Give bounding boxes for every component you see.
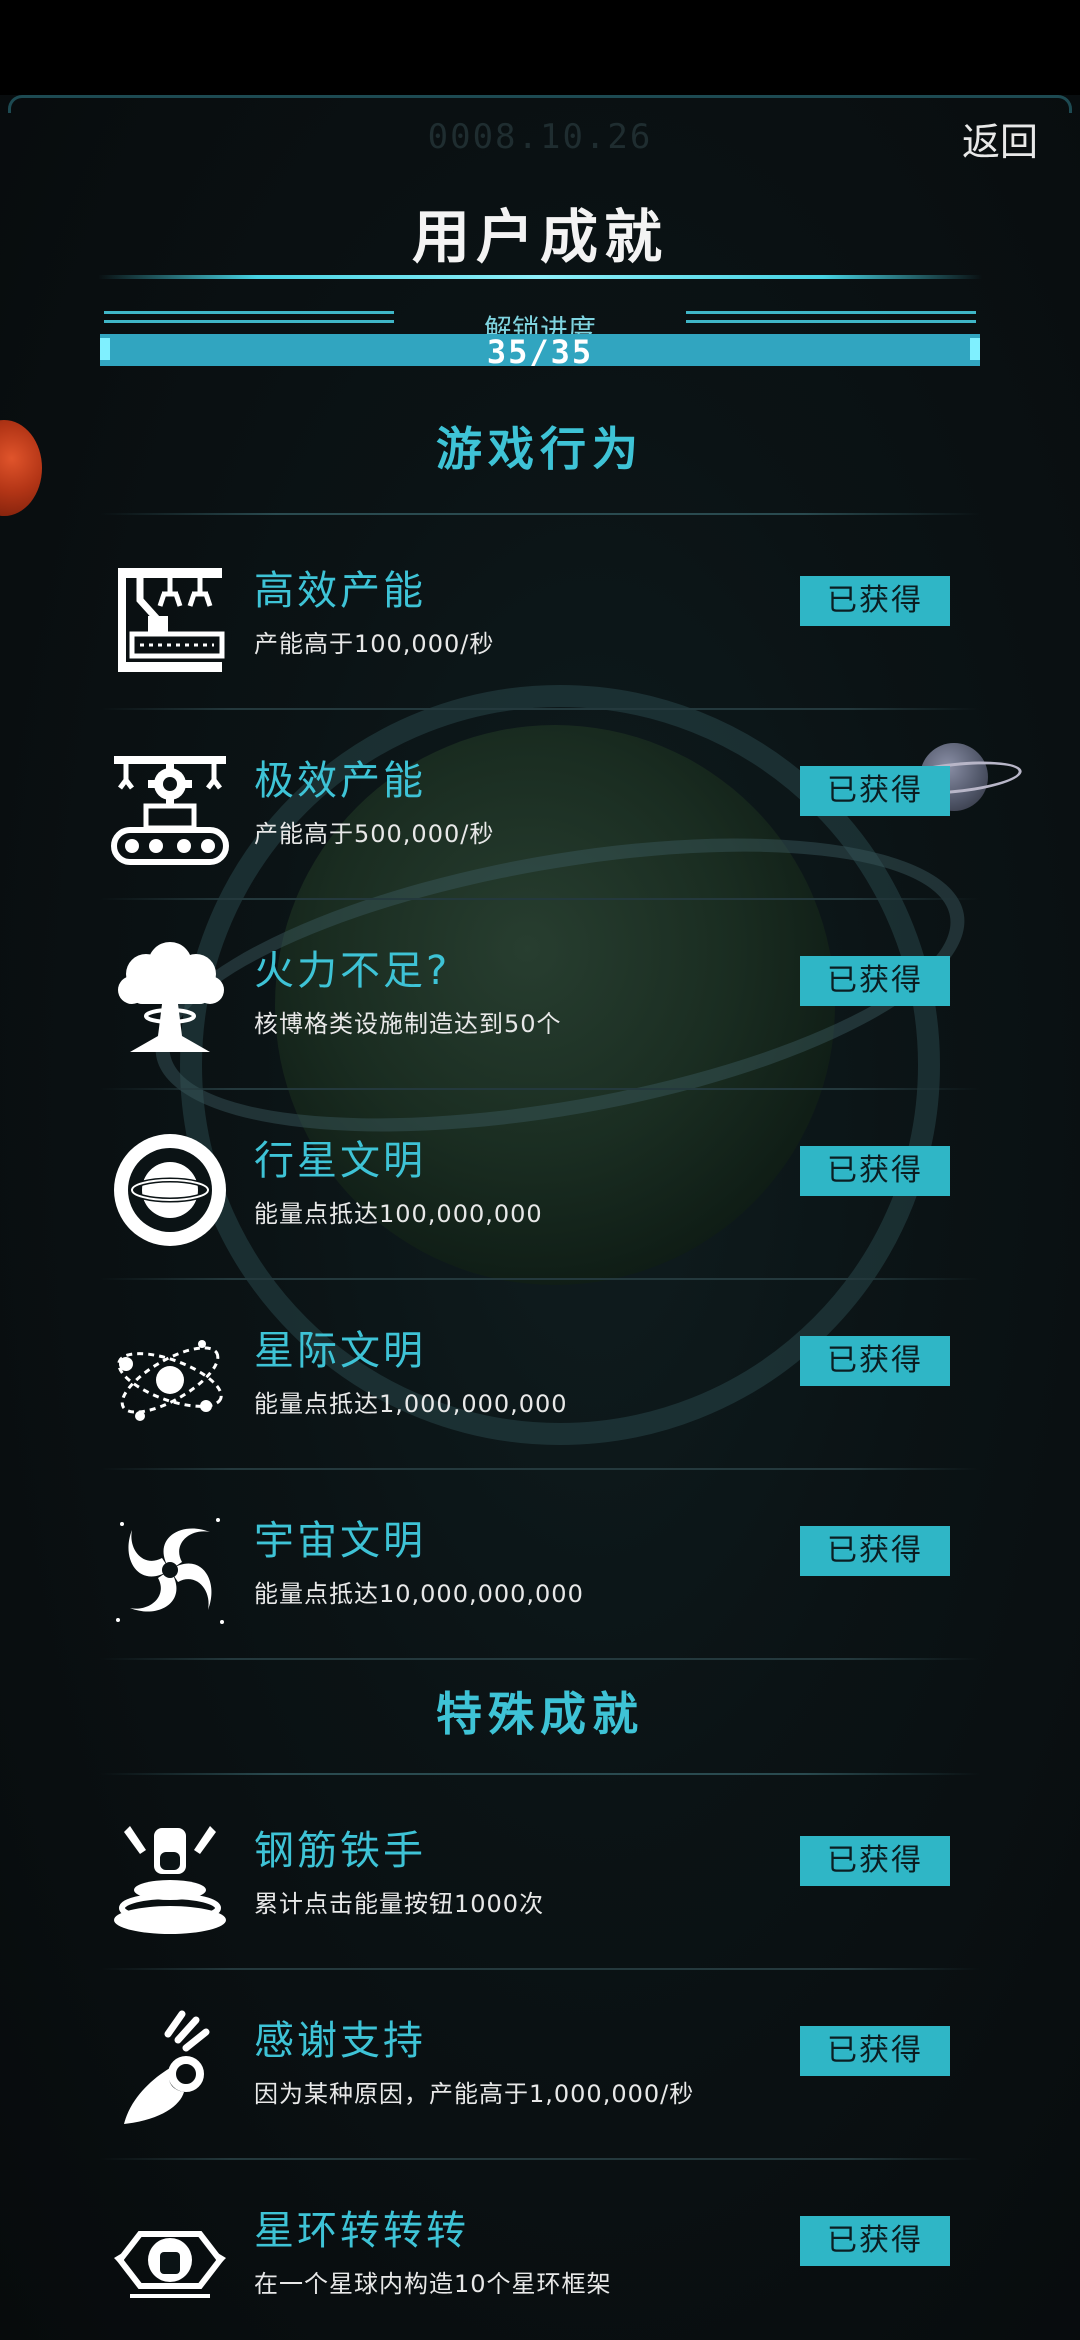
section-divider	[100, 513, 980, 515]
achievements-panel: 0008.10.26 返回 用户成就 解锁进度 35/35 游戏行为 高效产能 …	[0, 95, 1080, 2340]
achievement-item: 感谢支持 因为某种原因，产能高于1,000,000/秒 已获得	[100, 1970, 980, 2160]
achievement-status-badge[interactable]: 已获得	[800, 2026, 950, 2076]
mushroom-cloud-icon	[110, 940, 230, 1060]
status-bar	[0, 0, 1080, 95]
achievement-desc: 在一个星球内构造10个星环框架	[254, 2270, 612, 2298]
achievement-desc: 能量点抵达100,000,000	[254, 1200, 543, 1228]
achievement-item: 星际文明 能量点抵达1,000,000,000 已获得	[100, 1280, 980, 1470]
achievement-name: 星环转转转	[254, 2208, 469, 2254]
gear-conveyor-robot-icon	[110, 750, 230, 870]
achievement-name: 火力不足?	[254, 948, 451, 994]
planet-ring-icon	[110, 1130, 230, 1250]
achievement-status-badge[interactable]: 已获得	[800, 576, 950, 626]
achievement-status-badge[interactable]: 已获得	[800, 956, 950, 1006]
progress-count: 35/35	[486, 333, 594, 371]
achievement-desc: 累计点击能量按钮1000次	[254, 1890, 545, 1918]
achievement-status-badge[interactable]: 已获得	[800, 1526, 950, 1576]
page-title: 用户成就	[411, 203, 668, 271]
title-divider	[98, 275, 982, 279]
unlock-progress: 解锁进度 35/35	[100, 308, 980, 388]
achievement-desc: 能量点抵达1,000,000,000	[254, 1390, 568, 1418]
achievement-desc: 因为某种原因，产能高于1,000,000/秒	[254, 2080, 695, 2108]
achievement-name: 感谢支持	[254, 2018, 426, 2064]
ok-hand-icon	[110, 2010, 230, 2130]
achievement-item: 火力不足? 核博格类设施制造达到50个 已获得	[100, 900, 980, 1090]
orbits-icon	[110, 1320, 230, 1440]
section-title-gameplay: 游戏行为	[436, 422, 644, 476]
achievement-item: 钢筋铁手 累计点击能量按钮1000次 已获得	[100, 1780, 980, 1970]
achievement-item: 极效产能 产能高于500,000/秒 已获得	[100, 710, 980, 900]
section-divider	[100, 1773, 980, 1775]
achievement-name: 极效产能	[254, 758, 426, 804]
achievement-desc: 能量点抵达10,000,000,000	[254, 1580, 584, 1608]
factory-robot-arm-icon	[110, 560, 230, 680]
row-divider	[100, 1658, 980, 1660]
achievement-name: 星际文明	[254, 1328, 426, 1374]
panel-frame	[8, 95, 1072, 113]
achievement-desc: 产能高于500,000/秒	[254, 820, 495, 848]
ring-frame-icon	[110, 2200, 230, 2320]
achievement-item: 星环转转转 在一个星球内构造10个星环框架 已获得	[100, 2160, 980, 2340]
achievement-desc: 产能高于100,000/秒	[254, 630, 495, 658]
achievement-item: 行星文明 能量点抵达100,000,000 已获得	[100, 1090, 980, 1280]
achievement-status-badge[interactable]: 已获得	[800, 2216, 950, 2266]
press-button-icon	[110, 1820, 230, 1940]
achievement-name: 高效产能	[254, 568, 426, 614]
game-date: 0008.10.26	[427, 117, 653, 157]
achievement-item: 高效产能 产能高于100,000/秒 已获得	[100, 520, 980, 710]
achievement-item: 宇宙文明 能量点抵达10,000,000,000 已获得	[100, 1470, 980, 1660]
galaxy-swirl-icon	[110, 1510, 230, 1630]
achievement-desc: 核博格类设施制造达到50个	[254, 1010, 562, 1038]
achievement-name: 行星文明	[254, 1138, 426, 1184]
achievement-name: 宇宙文明	[254, 1518, 426, 1564]
achievement-status-badge[interactable]: 已获得	[800, 1336, 950, 1386]
achievement-status-badge[interactable]: 已获得	[800, 766, 950, 816]
section-title-special: 特殊成就	[436, 1687, 644, 1741]
achievement-status-badge[interactable]: 已获得	[800, 1836, 950, 1886]
achievement-status-badge[interactable]: 已获得	[800, 1146, 950, 1196]
achievement-name: 钢筋铁手	[254, 1828, 426, 1874]
back-button[interactable]: 返回	[962, 111, 1038, 166]
